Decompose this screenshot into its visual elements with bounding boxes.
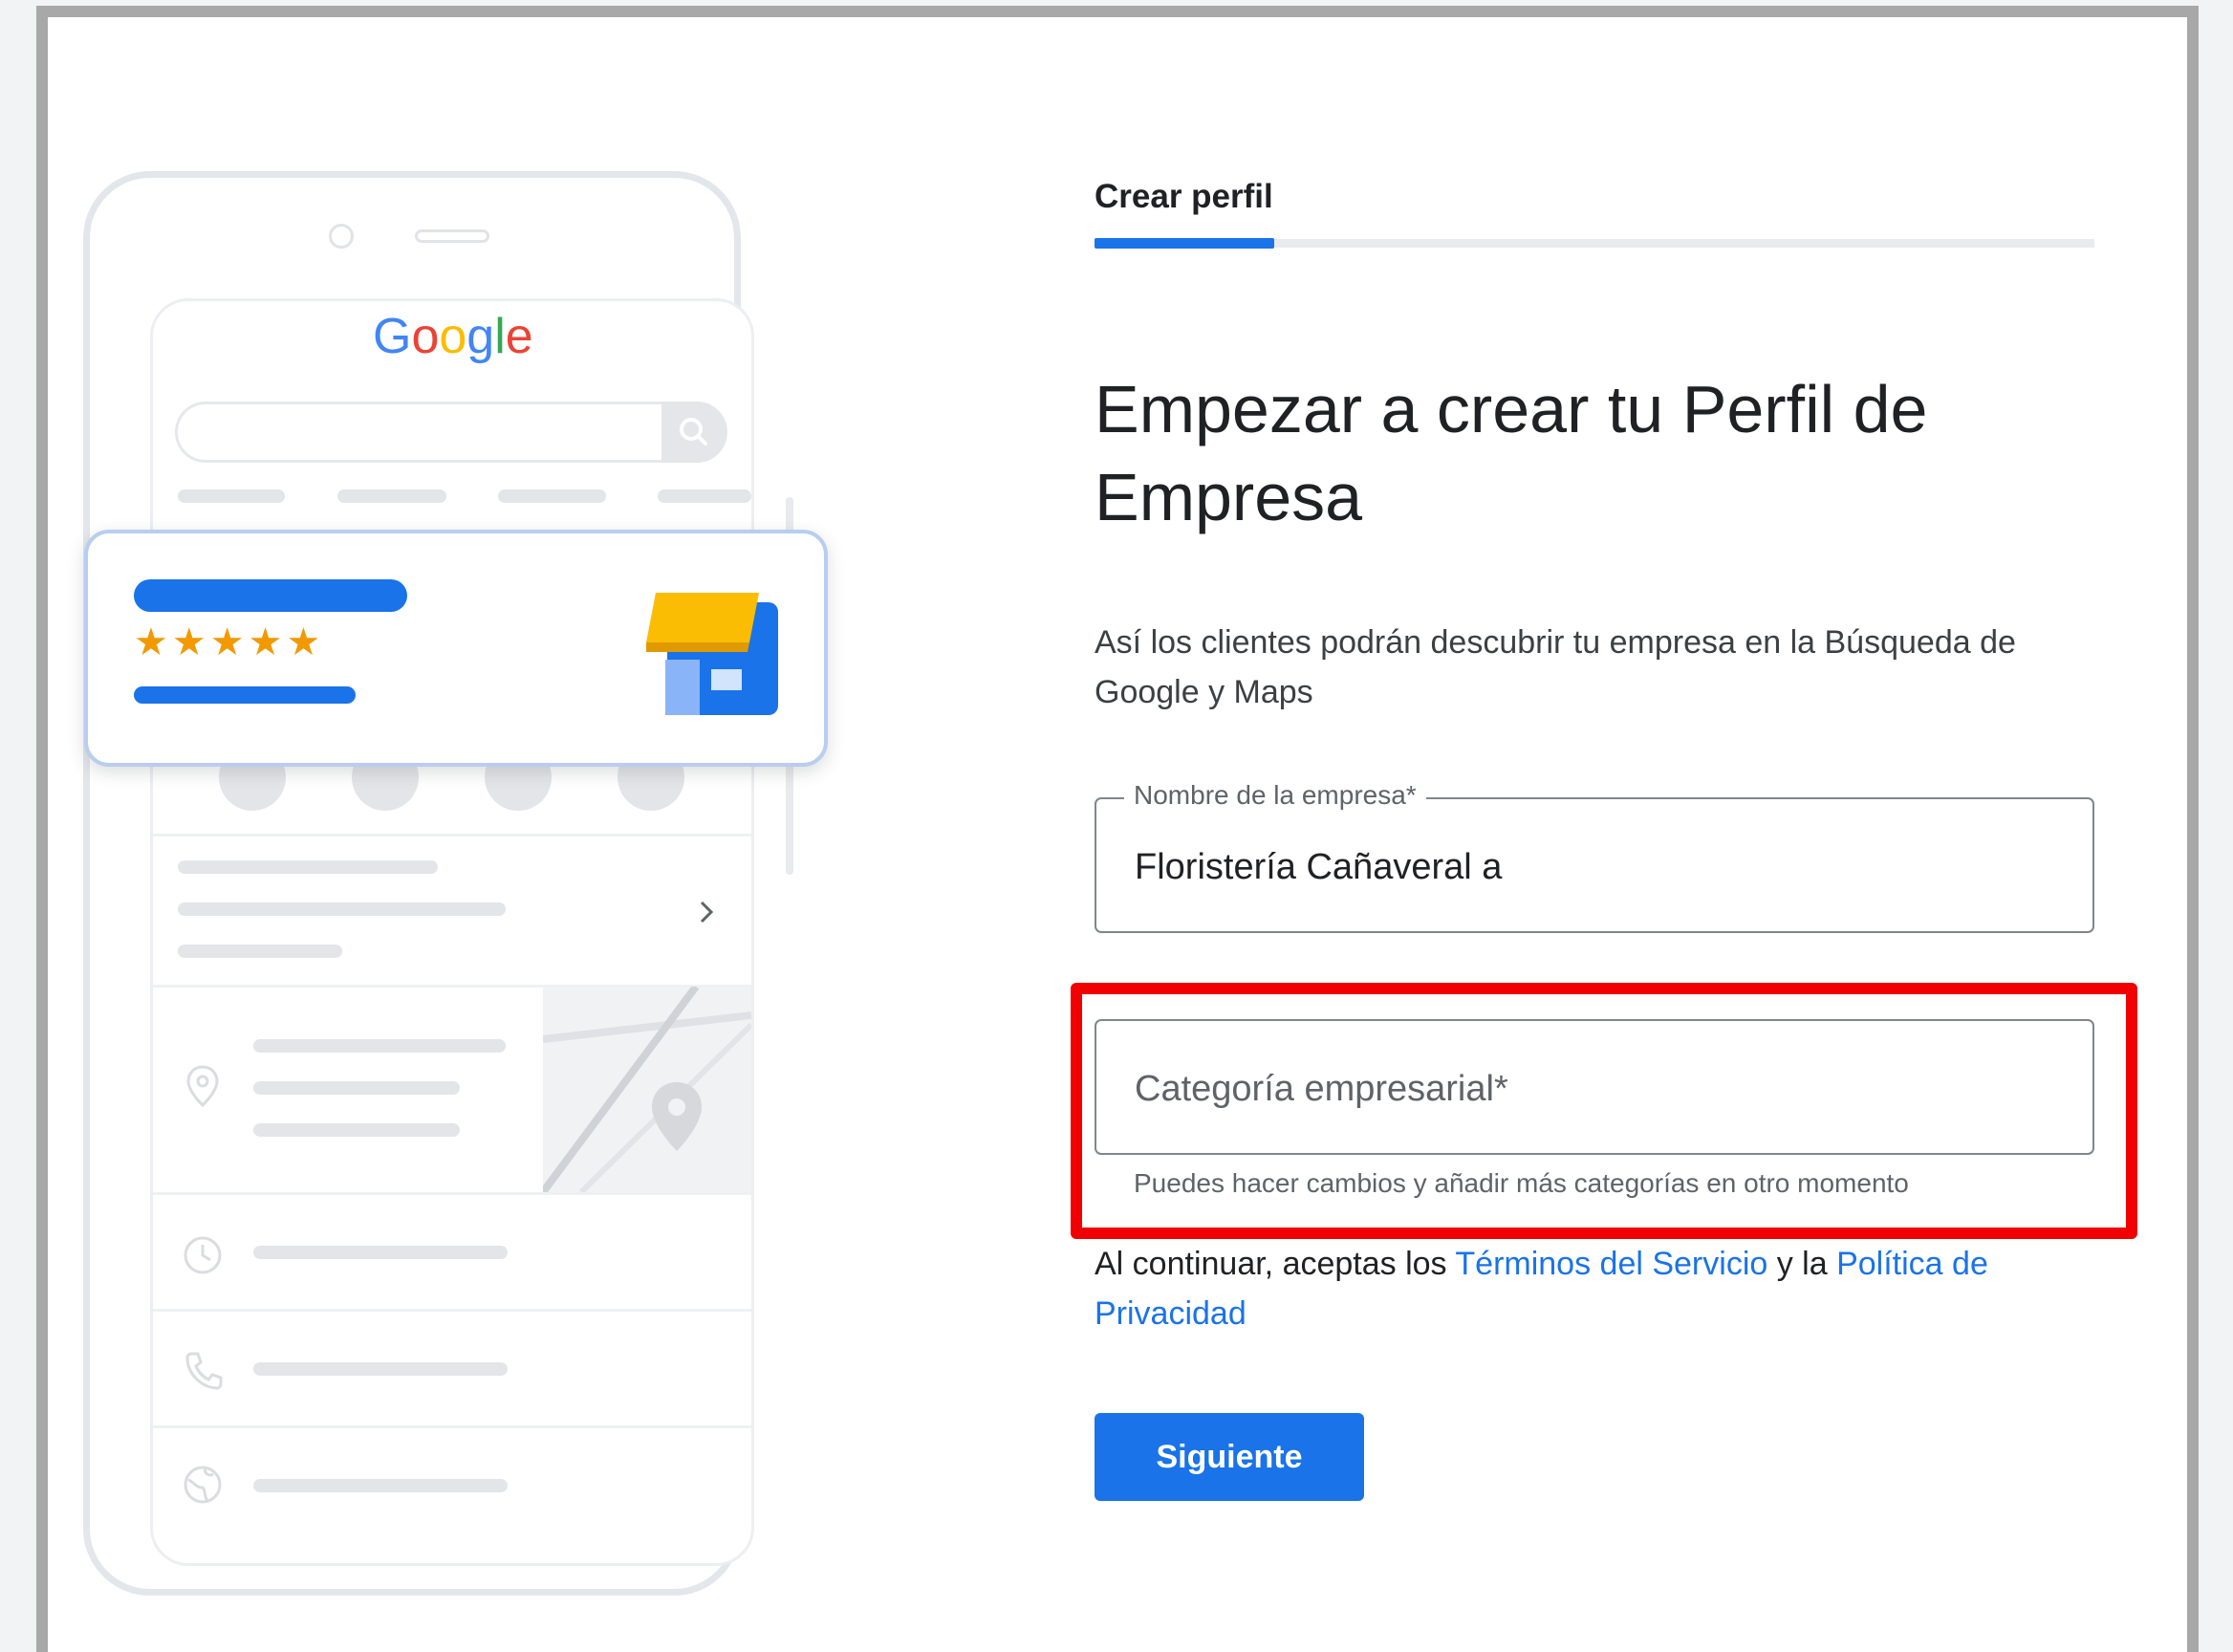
illustration-search-button xyxy=(661,402,726,463)
placeholder-tab xyxy=(337,489,446,503)
location-pin-icon xyxy=(186,1065,219,1108)
placeholder-tab xyxy=(178,489,285,503)
placeholder-tab xyxy=(658,489,751,503)
search-icon xyxy=(680,418,707,446)
placeholder-line xyxy=(253,1246,508,1259)
next-button[interactable]: Siguiente xyxy=(1095,1413,1364,1501)
divider xyxy=(153,1309,751,1312)
placeholder-line xyxy=(253,1479,508,1492)
illustration-search-bar xyxy=(175,402,727,463)
phone-speaker xyxy=(415,229,489,243)
divider xyxy=(153,834,751,837)
consent-text: Al continuar, aceptas los Términos del S… xyxy=(1095,1239,2117,1338)
terms-link[interactable]: Términos del Servicio xyxy=(1455,1246,1767,1282)
google-logo: Google xyxy=(373,308,533,365)
map-thumbnail xyxy=(543,987,751,1192)
phone-icon xyxy=(185,1352,223,1390)
logo-letter: o xyxy=(411,309,440,364)
placeholder-line xyxy=(178,902,506,916)
logo-letter: g xyxy=(466,309,495,364)
chevron-right-icon xyxy=(700,901,714,924)
phone-screen xyxy=(150,298,754,1566)
placeholder-line xyxy=(178,860,438,874)
logo-letter: G xyxy=(373,309,412,364)
business-name-label: Nombre de la empresa* xyxy=(1124,780,1426,811)
highlight-box xyxy=(1071,983,2137,1239)
divider xyxy=(153,1192,751,1195)
divider xyxy=(153,1425,751,1428)
placeholder-line xyxy=(178,945,342,958)
page-description: Así los clientes podrán descubrir tu emp… xyxy=(1095,624,2016,710)
placeholder-tab xyxy=(498,489,606,503)
card-title-bar xyxy=(134,579,407,612)
business-name-value[interactable]: Floristería Cañaveral a xyxy=(1135,847,1502,888)
rating-stars: ★★★★★ xyxy=(134,621,325,663)
logo-letter: l xyxy=(494,309,506,364)
page-title: Empezar a crear tu Perfil de Empresa xyxy=(1095,372,1928,534)
placeholder-line xyxy=(253,1081,460,1095)
placeholder-line xyxy=(253,1362,508,1376)
card-subtitle-bar xyxy=(134,686,356,704)
globe-icon xyxy=(184,1466,222,1504)
logo-letter: e xyxy=(505,309,533,364)
step-title: Crear perfil xyxy=(1095,178,1273,215)
placeholder-line xyxy=(253,1123,460,1137)
consent-prefix: Al continuar, aceptas los xyxy=(1095,1246,1456,1282)
placeholder-line xyxy=(253,1039,506,1053)
consent-middle: y la xyxy=(1767,1246,1837,1282)
logo-letter: o xyxy=(439,309,467,364)
storefront-icon xyxy=(646,593,778,715)
business-name-field[interactable]: Floristería Cañaveral a xyxy=(1095,797,2094,933)
phone-camera xyxy=(329,224,354,249)
clock-icon xyxy=(184,1236,222,1274)
progress-bar xyxy=(1095,238,1274,249)
